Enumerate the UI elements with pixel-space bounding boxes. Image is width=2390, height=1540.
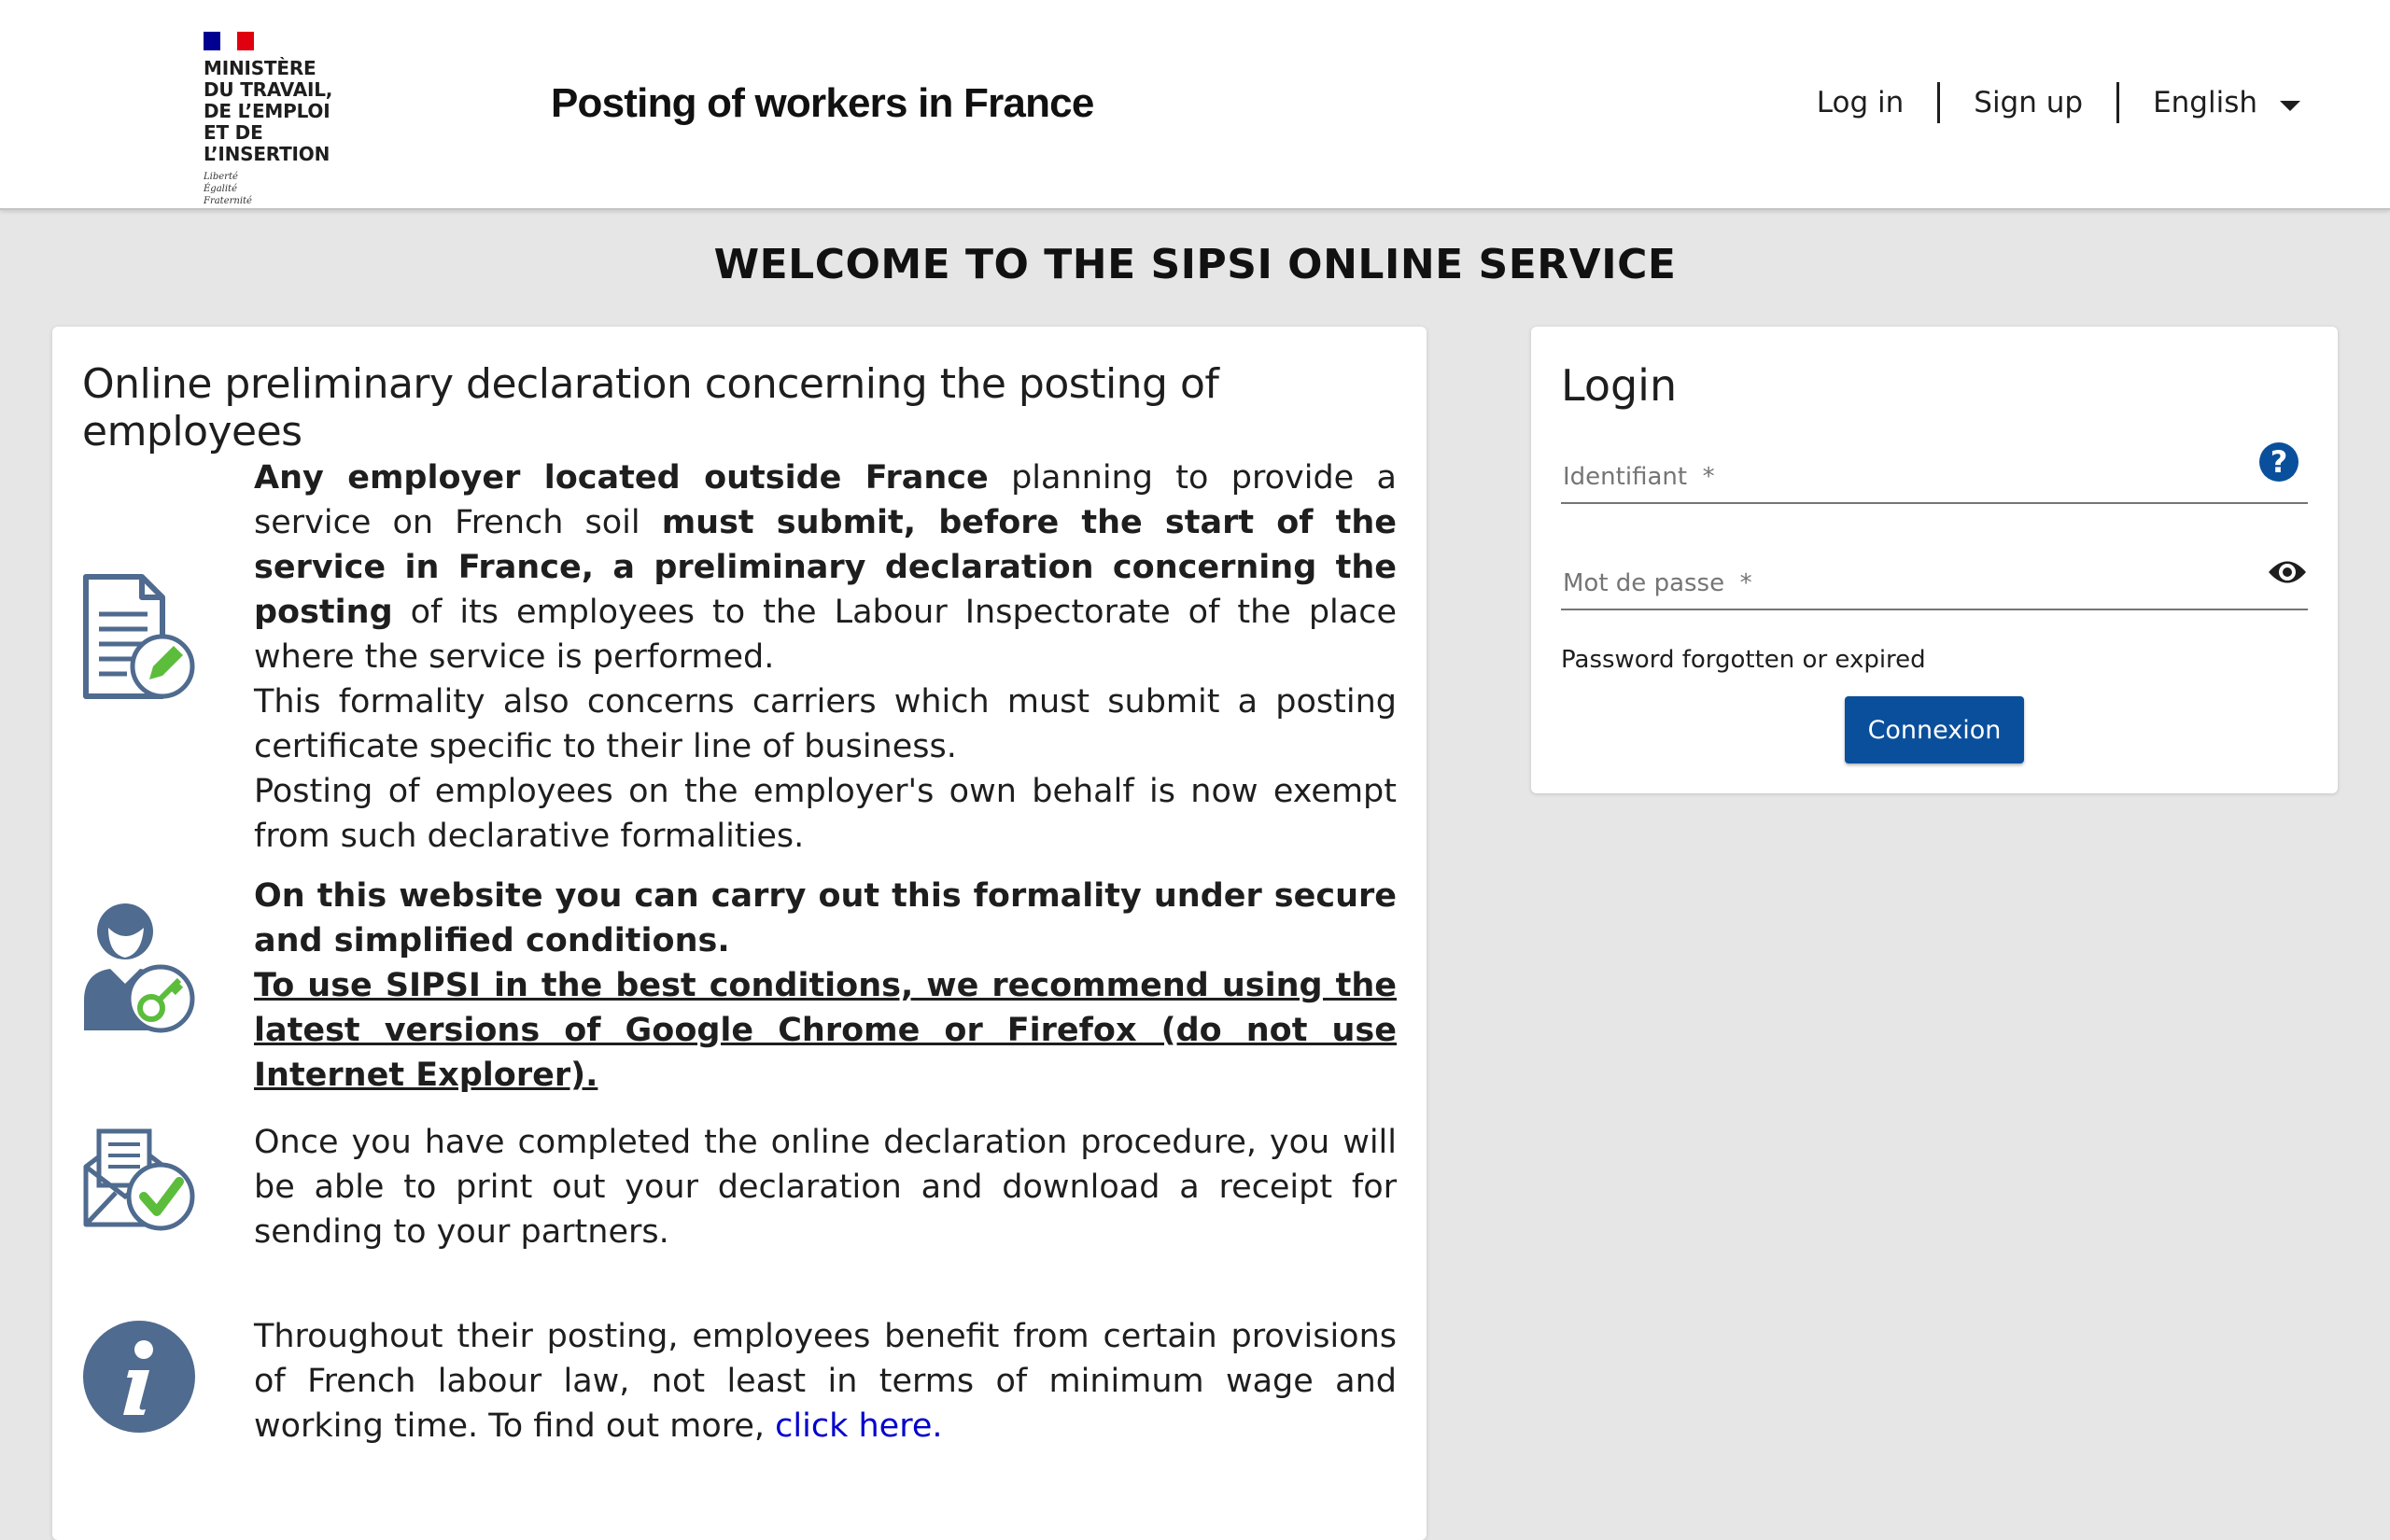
receipt-text: Once you have completed the online decla… (254, 1124, 1397, 1251)
ministry-name: MINISTÈRE DU TRAVAIL, DE L’EMPLOI ET DE … (204, 57, 333, 165)
identifiant-input[interactable] (1561, 457, 2256, 497)
secure-bold-text: On this website you can carry out this f… (254, 877, 1397, 959)
info-card: Online preliminary declaration concernin… (52, 327, 1427, 1540)
text-bold: Any employer located outside France (254, 459, 989, 497)
eye-icon[interactable] (2267, 558, 2308, 586)
connexion-button[interactable]: Connexion (1845, 696, 2024, 763)
exempt-paragraph: Posting of employees on the employer's o… (254, 773, 1397, 855)
envelope-check-icon (83, 1128, 195, 1231)
click-here-link[interactable]: click here. (775, 1407, 942, 1445)
identifiant-field[interactable]: ? (1561, 442, 2308, 504)
secure-text: On this website you can carry out this f… (254, 874, 1397, 1098)
signup-link[interactable]: Sign up (1974, 86, 2083, 119)
help-icon[interactable]: ? (2259, 442, 2299, 482)
info-icon (83, 1321, 195, 1433)
declaration-text: Any employer located outside France plan… (254, 455, 1397, 859)
top-navigation: Log in Sign up English (1817, 80, 2390, 125)
french-flag-icon (204, 32, 254, 50)
forgot-password-link[interactable]: Password forgotten or expired (1561, 646, 1926, 674)
carriers-paragraph: This formality also concerns carriers wh… (254, 683, 1397, 765)
password-field[interactable] (1561, 549, 2308, 610)
text-plain: of its employees to the Labour Inspector… (254, 594, 1397, 676)
document-edit-icon (83, 574, 195, 699)
ministry-logo[interactable]: MINISTÈRE DU TRAVAIL, DE L’EMPLOI ET DE … (204, 32, 390, 206)
login-link[interactable]: Log in (1817, 86, 1904, 119)
welcome-heading: WELCOME TO THE SIPSI ONLINE SERVICE (713, 241, 1677, 288)
republic-motto: Liberté Égalité Fraternité (204, 172, 252, 206)
labour-law-text: Throughout their posting, employees bene… (254, 1314, 1397, 1449)
password-input[interactable] (1561, 564, 2256, 603)
info-card-title: Online preliminary declaration concernin… (82, 360, 1219, 455)
login-title: Login (1561, 360, 1678, 411)
nav-divider (1937, 82, 1941, 123)
login-card: Login ? Password forgotten or expired Co… (1531, 327, 2338, 793)
site-title[interactable]: Posting of workers in France (551, 80, 1094, 127)
site-header: MINISTÈRE DU TRAVAIL, DE L’EMPLOI ET DE … (0, 0, 2390, 210)
language-selector[interactable]: English (2153, 86, 2300, 119)
user-key-icon (84, 903, 195, 1033)
nav-divider (2116, 82, 2120, 123)
language-label: English (2153, 86, 2257, 119)
chevron-down-icon (2280, 100, 2300, 111)
browser-recommendation-text: To use SIPSI in the best conditions, we … (254, 967, 1397, 1094)
